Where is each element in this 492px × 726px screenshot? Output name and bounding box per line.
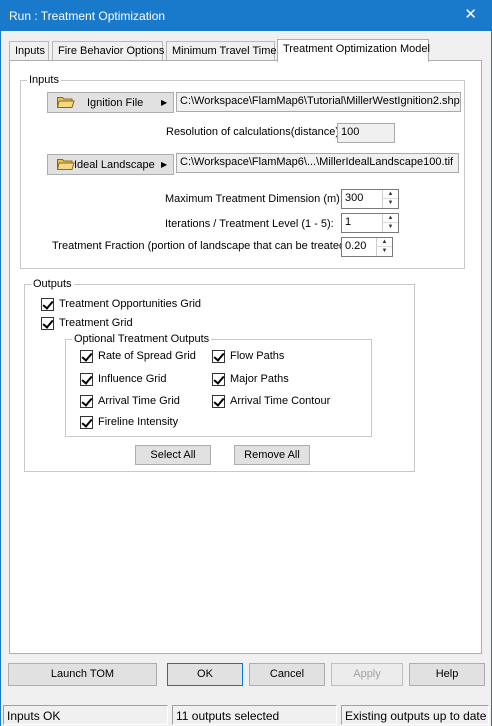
iterations-label: Iterations / Treatment Level (1 - 5): — [165, 218, 334, 230]
resolution-field[interactable]: 100 — [337, 123, 395, 143]
status-outputs-state: Existing outputs up to date — [341, 705, 489, 725]
inputs-legend: Inputs — [29, 74, 59, 86]
help-button[interactable]: Help — [409, 663, 485, 686]
status-bar: Inputs OK 11 outputs selected Existing o… — [1, 704, 491, 726]
checkmark-icon[interactable] — [80, 416, 93, 429]
spin-up-icon[interactable]: ▲ — [383, 214, 398, 223]
checkbox-label: Arrival Time Contour — [230, 395, 331, 407]
resolution-label: Resolution of calculations(distance): — [166, 126, 343, 138]
tab-treatment-optimization-model[interactable]: Treatment Optimization Model — [277, 39, 430, 62]
status-inputs: Inputs OK — [3, 705, 168, 725]
arrow-right-icon: ▶ — [161, 98, 168, 107]
checkmark-icon[interactable] — [80, 373, 93, 386]
landscape-path-field[interactable]: C:\Workspace\FlamMap6\...\MillerIdealLan… — [176, 153, 459, 173]
checkmark-icon[interactable] — [212, 373, 225, 386]
max-dimension-value: 300 — [345, 192, 364, 204]
ignition-file-button[interactable]: Ignition File ▶ — [47, 92, 174, 113]
spinner-arrows[interactable]: ▲ ▼ — [382, 214, 398, 232]
outputs-legend: Outputs — [33, 278, 72, 290]
remove-all-button[interactable]: Remove All — [234, 445, 310, 465]
checkbox-label: Arrival Time Grid — [98, 395, 180, 407]
launch-tom-button[interactable]: Launch TOM — [8, 663, 157, 686]
ideal-landscape-button[interactable]: Ideal Landscape ▶ — [47, 154, 174, 175]
checkbox-label: Flow Paths — [230, 350, 285, 362]
apply-button[interactable]: Apply — [331, 663, 403, 686]
dialog-window: Run : Treatment Optimization ✕ Inputs Fi… — [0, 0, 492, 726]
checkmark-icon[interactable] — [41, 317, 54, 330]
ok-button[interactable]: OK — [167, 663, 243, 686]
spin-down-icon[interactable]: ▼ — [383, 199, 398, 208]
spinner-arrows[interactable]: ▲ ▼ — [376, 238, 392, 256]
fraction-label: Treatment Fraction (portion of landscape… — [52, 240, 352, 252]
arrow-right-icon: ▶ — [161, 160, 168, 169]
select-all-button[interactable]: Select All — [135, 445, 211, 465]
spin-up-icon[interactable]: ▲ — [383, 190, 398, 199]
tab-inputs[interactable]: Inputs — [9, 41, 49, 61]
spin-down-icon[interactable]: ▼ — [377, 247, 392, 256]
title-bar[interactable]: Run : Treatment Optimization ✕ — [1, 1, 491, 31]
spin-up-icon[interactable]: ▲ — [377, 238, 392, 247]
tab-fire-behavior-options[interactable]: Fire Behavior Options — [52, 41, 164, 61]
checkmark-icon[interactable] — [80, 395, 93, 408]
ideal-landscape-label: Ideal Landscape — [74, 159, 155, 171]
max-dimension-spinner[interactable]: 300 ▲ ▼ — [341, 189, 399, 209]
fraction-spinner[interactable]: 0.20 ▲ ▼ — [341, 237, 393, 257]
window-title: Run : Treatment Optimization — [9, 9, 166, 23]
checkbox-label: Fireline Intensity — [98, 416, 179, 428]
checkmark-icon[interactable] — [212, 395, 225, 408]
checkbox-label: Treatment Grid — [59, 317, 133, 329]
cancel-button[interactable]: Cancel — [249, 663, 325, 686]
close-icon[interactable]: ✕ — [464, 7, 477, 23]
ignition-file-label: Ignition File — [87, 97, 144, 109]
iterations-value: 1 — [345, 216, 352, 228]
spin-down-icon[interactable]: ▼ — [383, 223, 398, 232]
iterations-spinner[interactable]: 1 ▲ ▼ — [341, 213, 399, 233]
checkbox-label: Influence Grid — [98, 373, 167, 385]
checkbox-label: Rate of Spread Grid — [98, 350, 196, 362]
optional-outputs-legend: Optional Treatment Outputs — [74, 333, 210, 345]
spinner-arrows[interactable]: ▲ ▼ — [382, 190, 398, 208]
tab-minimum-travel-time[interactable]: Minimum Travel Time — [166, 41, 277, 61]
max-dimension-label: Maximum Treatment Dimension (m): — [165, 193, 343, 205]
ignition-path-field[interactable]: C:\Workspace\FlamMap6\Tutorial\MillerWes… — [176, 92, 461, 112]
checkbox-label: Major Paths — [230, 373, 289, 385]
folder-open-icon — [57, 97, 75, 108]
fraction-value: 0.20 — [345, 240, 367, 252]
checkmark-icon[interactable] — [80, 350, 93, 363]
checkmark-icon[interactable] — [41, 298, 54, 311]
status-outputs-count: 11 outputs selected — [172, 705, 337, 725]
folder-open-icon — [57, 159, 75, 170]
checkbox-label: Treatment Opportunities Grid — [59, 298, 202, 310]
tab-panel: Inputs Ignition File ▶ C:\Workspace\Flam… — [9, 60, 482, 654]
checkmark-icon[interactable] — [212, 350, 225, 363]
